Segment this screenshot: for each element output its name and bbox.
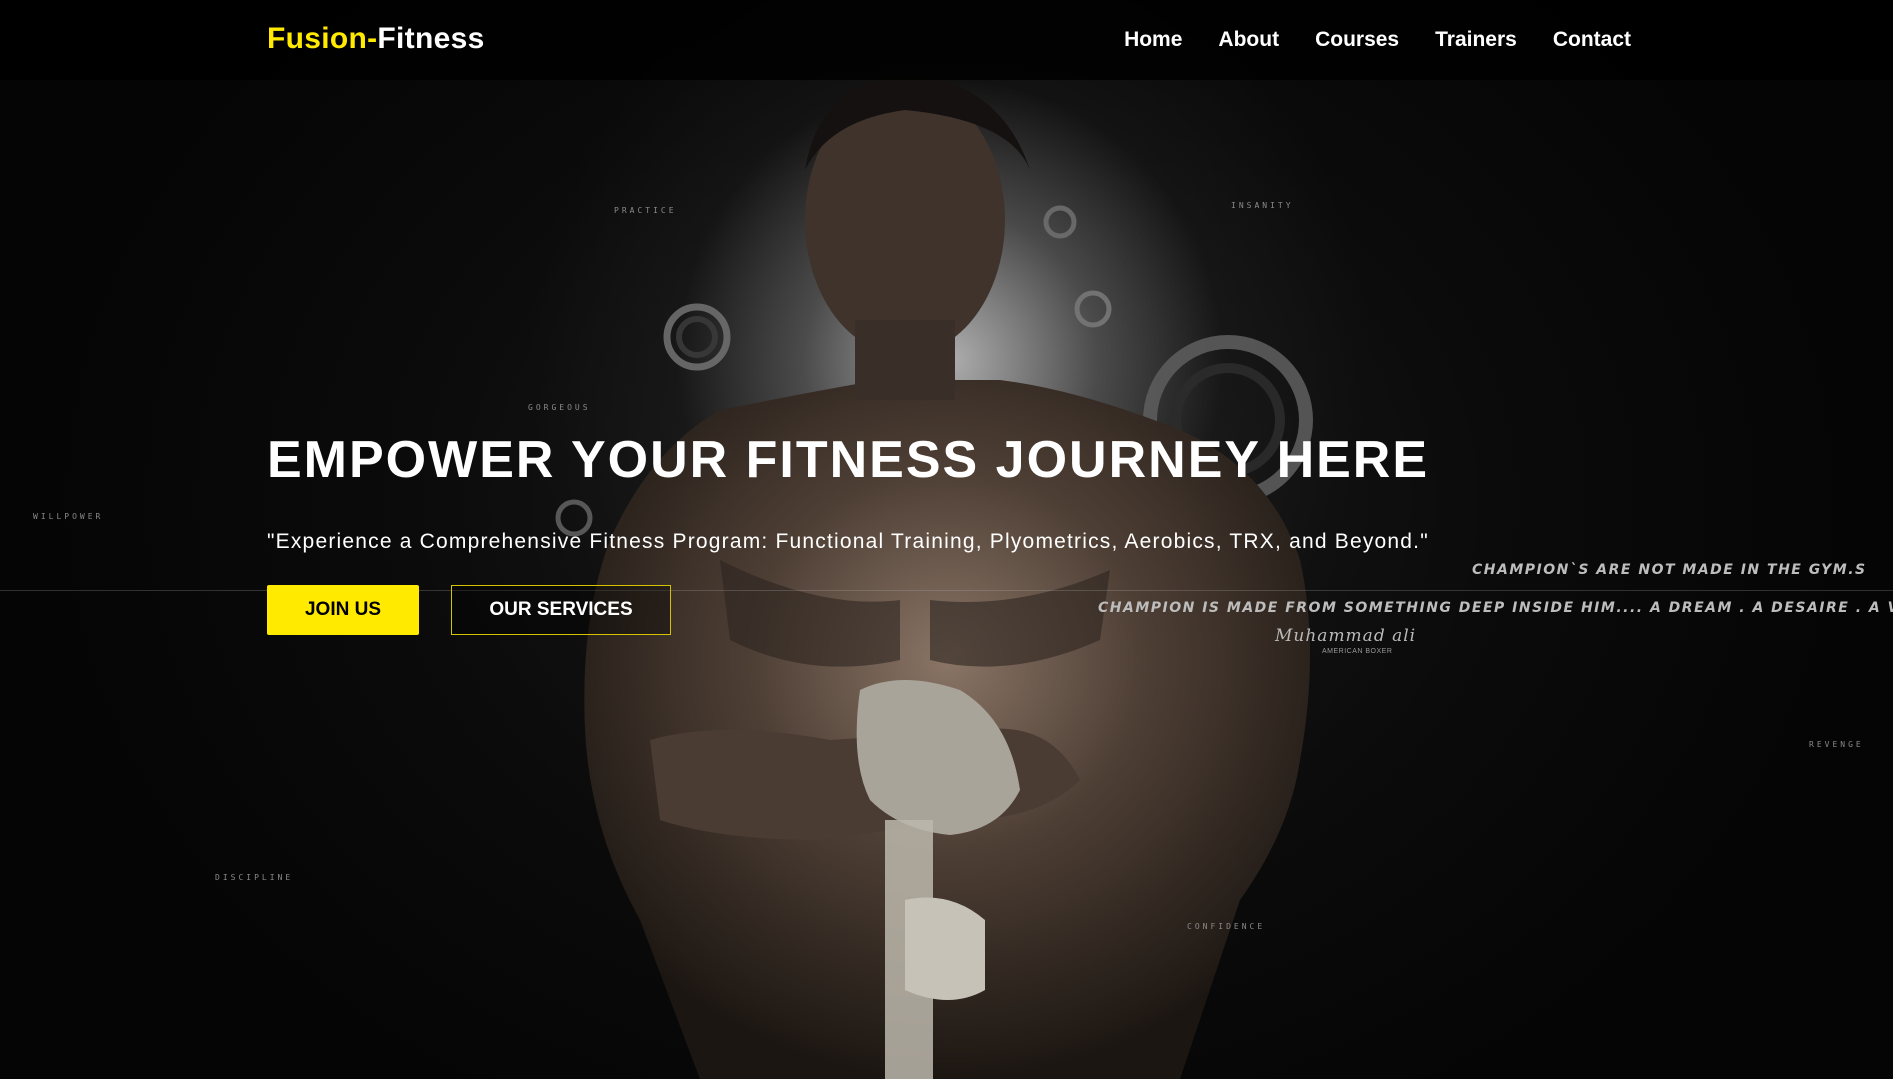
- deco-word-revenge: REVENGE: [1809, 740, 1864, 749]
- main-nav: Home About Courses Trainers Contact: [1124, 28, 1631, 52]
- hero-page: PRACTICE INSANITY GORGEOUS WILLPOWER DIS…: [0, 0, 1893, 1079]
- hero-subtitle: "Experience a Comprehensive Fitness Prog…: [267, 530, 1429, 553]
- quote-line-1: CHAMPION`S ARE NOT MADE IN THE GYM.S: [1472, 562, 1867, 578]
- deco-word-discipline: DISCIPLINE: [215, 873, 294, 882]
- deco-word-insanity: INSANITY: [1231, 201, 1294, 210]
- deco-word-confidence: CONFIDENCE: [1187, 922, 1266, 931]
- nav-link-home[interactable]: Home: [1124, 28, 1182, 52]
- site-logo[interactable]: Fusion-Fitness: [267, 22, 485, 56]
- nav-link-trainers[interactable]: Trainers: [1435, 28, 1517, 52]
- join-us-button[interactable]: JOIN US: [267, 585, 419, 635]
- deco-word-willpower: WILLPOWER: [33, 512, 104, 521]
- quote-line-2: CHAMPION IS MADE FROM SOMETHING DEEP INS…: [1098, 600, 1893, 616]
- logo-part-fusion: Fusion-: [267, 22, 378, 55]
- quote-signature: Muhammad ali: [1275, 626, 1417, 646]
- deco-word-practice: PRACTICE: [614, 206, 677, 215]
- our-services-button[interactable]: OUR SERVICES: [451, 585, 671, 635]
- navbar: Fusion-Fitness Home About Courses Traine…: [0, 0, 1893, 80]
- nav-link-contact[interactable]: Contact: [1553, 28, 1631, 52]
- nav-link-courses[interactable]: Courses: [1315, 28, 1399, 52]
- quote-signature-caption: AMERICAN BOXER: [1322, 648, 1393, 655]
- deco-word-gorgeous: GORGEOUS: [528, 403, 591, 412]
- hero-title: EMPOWER YOUR FITNESS JOURNEY HERE: [267, 431, 1430, 489]
- nav-link-about[interactable]: About: [1218, 28, 1279, 52]
- logo-part-fitness: Fitness: [377, 22, 485, 55]
